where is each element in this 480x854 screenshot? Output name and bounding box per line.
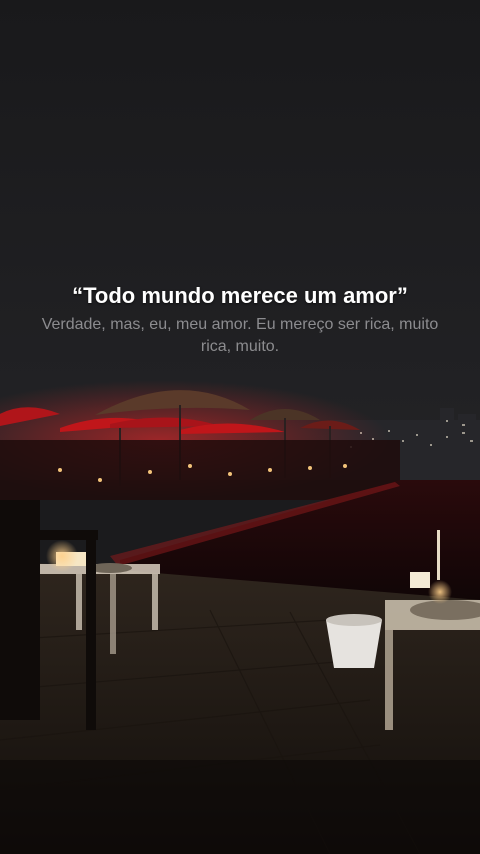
tall-candle [437,530,440,580]
candle-glow-left [46,540,78,572]
night-rooftop-scene: “Todo mundo merece um amor” Verdade, mas… [0,0,480,854]
candle-holder-right [410,572,430,588]
ice-bucket [326,620,382,668]
background-photo [0,0,480,854]
caption-title: “Todo mundo merece um amor” [72,283,408,308]
caption-subtitle: Verdade, mas, eu, meu amor. Eu mereço se… [41,316,439,355]
candle-glow-right [428,580,452,604]
caption-overlay: “Todo mundo merece um amor” Verdade, mas… [0,282,480,358]
bottom-shadow [0,760,480,854]
ice-bucket-rim [326,614,382,626]
